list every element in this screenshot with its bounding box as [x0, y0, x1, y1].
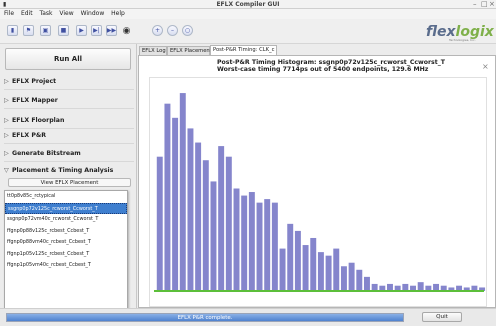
- section-label: EFLX Floorplan: [12, 117, 65, 124]
- play-icon[interactable]: ▶: [76, 25, 87, 36]
- histogram-bar: [248, 192, 255, 291]
- chart-title: Post-P&R Timing Histogram: ssgnp0p72v125…: [217, 59, 445, 73]
- collapse-triangle-icon: ▽: [4, 167, 9, 174]
- histogram-bar: [387, 283, 393, 291]
- maximize-icon[interactable]: □: [481, 0, 488, 8]
- expand-triangle-icon: ▷: [4, 117, 9, 124]
- section-label: Generate Bitstream: [12, 150, 81, 157]
- menu-help[interactable]: Help: [111, 9, 125, 19]
- histogram-bar: [179, 93, 186, 291]
- corner-option[interactable]: ssgnp0p72v125c_rcworst_Ccworst_T: [5, 202, 127, 214]
- histogram-plot: [149, 77, 487, 307]
- zoom-in-icon[interactable]: +: [152, 25, 163, 36]
- menu-task[interactable]: Task: [40, 9, 53, 19]
- section-eflx-mapper[interactable]: ▷ EFLX Mapper: [4, 93, 134, 109]
- histogram-bar: [271, 202, 278, 291]
- section-eflx-floorplan[interactable]: ▷ EFLX Floorplan: [4, 113, 134, 129]
- run-all-button[interactable]: Run All: [5, 48, 131, 70]
- status-message: EFLX P&R complete.: [177, 315, 233, 321]
- histogram-bar: [210, 181, 217, 291]
- histogram-bar: [356, 269, 363, 291]
- expand-triangle-icon: ▷: [4, 97, 9, 104]
- histogram-bar: [325, 255, 332, 291]
- histogram-bar: [287, 223, 294, 291]
- histogram-bar: [233, 188, 240, 291]
- timing-histogram-view: Post-P&R Timing Histogram: ssgnp0p72v125…: [138, 55, 496, 308]
- menu-file[interactable]: File: [4, 9, 14, 19]
- fast-forward-icon[interactable]: ▶▶: [106, 25, 117, 36]
- section-label: EFLX P&R: [12, 132, 47, 139]
- histogram-bar: [402, 283, 409, 291]
- histogram-bar: [363, 276, 370, 291]
- histogram-bar: [187, 128, 194, 291]
- menu-bar: File Edit Task View Window Help: [0, 9, 496, 19]
- section-label: EFLX Project: [12, 78, 57, 85]
- corner-option[interactable]: ffgnp1p05vm40c_rcbest_Ccbest_T: [5, 260, 127, 272]
- histogram-bar: [433, 283, 440, 291]
- flag-icon[interactable]: ⚑: [23, 25, 34, 36]
- histogram-bar: [417, 282, 424, 291]
- histogram-bar: [164, 103, 171, 291]
- histogram-bar: [371, 283, 378, 291]
- logo-subtitle: Technologies, Inc.: [449, 38, 476, 42]
- expand-triangle-icon: ▷: [4, 150, 9, 157]
- section-label: Placement & Timing Analysis: [12, 167, 114, 174]
- histogram-bar: [317, 252, 324, 291]
- left-panel: Run All ▷ EFLX Project ▷ EFLX Mapper ▷ EFLX…: [0, 44, 137, 309]
- histogram-bar: [294, 230, 301, 291]
- window-title: EFLX Compiler GUI: [216, 1, 280, 8]
- histogram-bar: [202, 160, 209, 291]
- section-generate-bitstream[interactable]: ▷ Generate Bitstream: [4, 146, 134, 162]
- histogram-subtitle: Worst-case timing 7714ps out of 5400 end…: [217, 66, 429, 73]
- save-icon[interactable]: ▣: [40, 25, 51, 36]
- histogram-bar: [195, 142, 202, 291]
- corner-option[interactable]: ffgnp0p88vm40c_rcbest_Ccbest_T: [5, 237, 127, 249]
- binoculars-icon[interactable]: ◉: [121, 25, 132, 36]
- menu-edit[interactable]: Edit: [21, 9, 33, 19]
- status-bar: EFLX P&R complete. Quit: [0, 308, 496, 326]
- section-label: EFLX Mapper: [12, 97, 58, 104]
- expand-triangle-icon: ▷: [4, 78, 9, 85]
- histogram-bar: [156, 156, 163, 291]
- histogram-bar: [340, 266, 347, 291]
- histogram-bar: [310, 237, 317, 291]
- corner-option[interactable]: ssgnp0p72vm40c_rcworst_Ccworst_T: [5, 214, 127, 226]
- histogram-bar: [225, 156, 232, 291]
- title-bar: ▮ EFLX Compiler GUI – □ ×: [0, 0, 496, 9]
- main-area: EFLX Log EFLX Placement Post-P&R Timing:…: [138, 44, 496, 308]
- quit-button[interactable]: Quit: [422, 312, 462, 322]
- zoom-out-icon[interactable]: –: [167, 25, 178, 36]
- histogram-title: Post-P&R Timing Histogram: ssgnp0p72v125…: [217, 59, 446, 66]
- section-eflx-project[interactable]: ▷ EFLX Project: [4, 74, 134, 90]
- toolbar: ▮ ⚑ ▣ ■ ▶ ▶| ▶▶ ◉ + – ○ flexlogix Techno…: [0, 19, 496, 44]
- play-to-end-icon[interactable]: ▶|: [91, 25, 102, 36]
- histogram-bar: [302, 245, 309, 291]
- section-eflx-pnr[interactable]: ▷ EFLX P&R: [4, 128, 134, 144]
- expand-triangle-icon: ▷: [4, 132, 9, 139]
- histogram-bar: [348, 262, 355, 291]
- open-folder-icon[interactable]: ▮: [7, 25, 18, 36]
- close-window-icon[interactable]: ×: [489, 0, 495, 8]
- view-eflx-placement-button[interactable]: View EFLX Placement: [8, 178, 131, 187]
- histogram-bar: [333, 248, 340, 291]
- histogram-bar: [218, 146, 225, 291]
- corner-option[interactable]: ffgnp1p05v125c_rcbest_Ccbest_T: [5, 249, 127, 261]
- timing-corner-dropdown-list[interactable]: tt0p8v85c_rctypical ssgnp0p72v125c_rcwors…: [4, 190, 128, 309]
- close-tab-icon[interactable]: ×: [482, 62, 489, 71]
- histogram-bar: [256, 202, 263, 291]
- histogram-bar: [241, 195, 248, 291]
- minimize-icon[interactable]: –: [473, 0, 477, 8]
- zoom-fit-icon[interactable]: ○: [182, 25, 193, 36]
- histogram-bar: [172, 117, 179, 291]
- corner-option[interactable]: tt0p8v85c_rctypical: [5, 191, 127, 203]
- menu-window[interactable]: Window: [81, 9, 105, 19]
- tag-icon[interactable]: ■: [58, 25, 69, 36]
- menu-view[interactable]: View: [59, 9, 73, 19]
- histogram-bar: [279, 248, 286, 291]
- progress-bar: EFLX P&R complete.: [6, 313, 404, 322]
- corner-option[interactable]: ffgnp0p88v125c_rcbest_Ccbest_T: [5, 226, 127, 238]
- histogram-bar: [264, 199, 271, 291]
- section-placement-timing[interactable]: ▽ Placement & Timing Analysis: [4, 163, 134, 179]
